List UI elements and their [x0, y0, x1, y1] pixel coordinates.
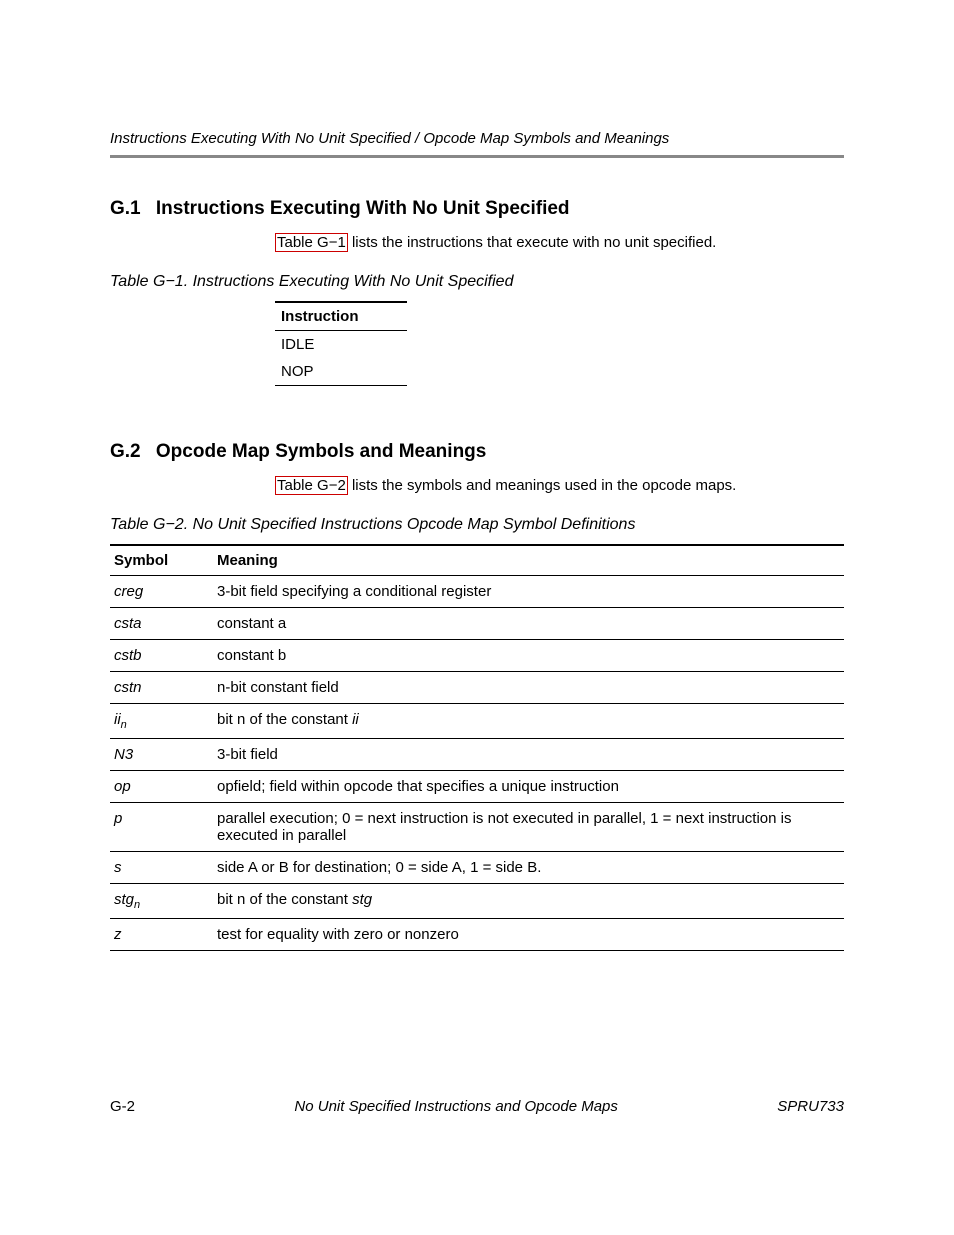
table-row: iinbit n of the constant ii — [110, 704, 844, 739]
section2-text: Table G−2 lists the symbols and meanings… — [110, 477, 844, 494]
section-title: Instructions Executing With No Unit Spec… — [156, 198, 570, 220]
table2-header-symbol: Symbol — [110, 545, 213, 576]
meaning-cell: n-bit constant field — [213, 672, 844, 704]
section-number: G.1 — [110, 198, 141, 220]
table-ref-link[interactable]: Table G−1 — [275, 233, 348, 252]
page-footer: G-2 No Unit Specified Instructions and O… — [110, 1098, 844, 1115]
symbol-cell: p — [110, 803, 213, 852]
meaning-cell: constant b — [213, 640, 844, 672]
meaning-cell: 3-bit field — [213, 739, 844, 771]
meaning-cell: test for equality with zero or nonzero — [213, 919, 844, 951]
running-head: Instructions Executing With No Unit Spec… — [110, 130, 844, 158]
symbol-cell: csta — [110, 608, 213, 640]
footer-doc-id: SPRU733 — [777, 1098, 844, 1115]
table-row: pparallel execution; 0 = next instructio… — [110, 803, 844, 852]
table-row: cstbconstant b — [110, 640, 844, 672]
table1-caption: Table G−1. Instructions Executing With N… — [110, 273, 844, 291]
section-heading-g2: G.2 Opcode Map Symbols and Meanings — [110, 441, 844, 463]
symbol-cell: cstb — [110, 640, 213, 672]
table-g2: Symbol Meaning creg3-bit field specifyin… — [110, 544, 844, 951]
table2-header-meaning: Meaning — [213, 545, 844, 576]
footer-page-number: G-2 — [110, 1098, 135, 1115]
table-row: N33-bit field — [110, 739, 844, 771]
table-row: sside A or B for destination; 0 = side A… — [110, 852, 844, 884]
meaning-cell: 3-bit field specifying a conditional reg… — [213, 576, 844, 608]
meaning-cell: constant a — [213, 608, 844, 640]
symbol-cell: stgn — [110, 884, 213, 919]
meaning-cell: bit n of the constant ii — [213, 704, 844, 739]
meaning-cell: side A or B for destination; 0 = side A,… — [213, 852, 844, 884]
meaning-cell: opfield; field within opcode that specif… — [213, 771, 844, 803]
symbol-cell: op — [110, 771, 213, 803]
section1-text: Table G−1 lists the instructions that ex… — [110, 234, 844, 251]
symbol-cell: cstn — [110, 672, 213, 704]
table1-header: Instruction — [275, 302, 407, 331]
symbol-cell: s — [110, 852, 213, 884]
footer-chapter-title: No Unit Specified Instructions and Opcod… — [294, 1098, 618, 1115]
table-row: cstaconstant a — [110, 608, 844, 640]
table-ref-link[interactable]: Table G−2 — [275, 476, 348, 495]
section-heading-g1: G.1 Instructions Executing With No Unit … — [110, 198, 844, 220]
symbol-cell: creg — [110, 576, 213, 608]
symbol-cell: iin — [110, 704, 213, 739]
meaning-cell: parallel execution; 0 = next instruction… — [213, 803, 844, 852]
section-number: G.2 — [110, 441, 141, 463]
section-title: Opcode Map Symbols and Meanings — [156, 441, 486, 463]
meaning-cell: bit n of the constant stg — [213, 884, 844, 919]
section1-text-tail: lists the instructions that execute with… — [348, 234, 717, 251]
table-row: opopfield; field within opcode that spec… — [110, 771, 844, 803]
symbol-cell: z — [110, 919, 213, 951]
table2-caption: Table G−2. No Unit Specified Instruction… — [110, 516, 844, 534]
section2-text-tail: lists the symbols and meanings used in t… — [348, 477, 737, 494]
table-row: creg3-bit field specifying a conditional… — [110, 576, 844, 608]
table-g1: Instruction IDLENOP — [275, 301, 407, 386]
table-cell: NOP — [275, 358, 407, 386]
table-row: ztest for equality with zero or nonzero — [110, 919, 844, 951]
table-row: stgnbit n of the constant stg — [110, 884, 844, 919]
table-cell: IDLE — [275, 331, 407, 359]
symbol-cell: N3 — [110, 739, 213, 771]
table-row: cstnn-bit constant field — [110, 672, 844, 704]
